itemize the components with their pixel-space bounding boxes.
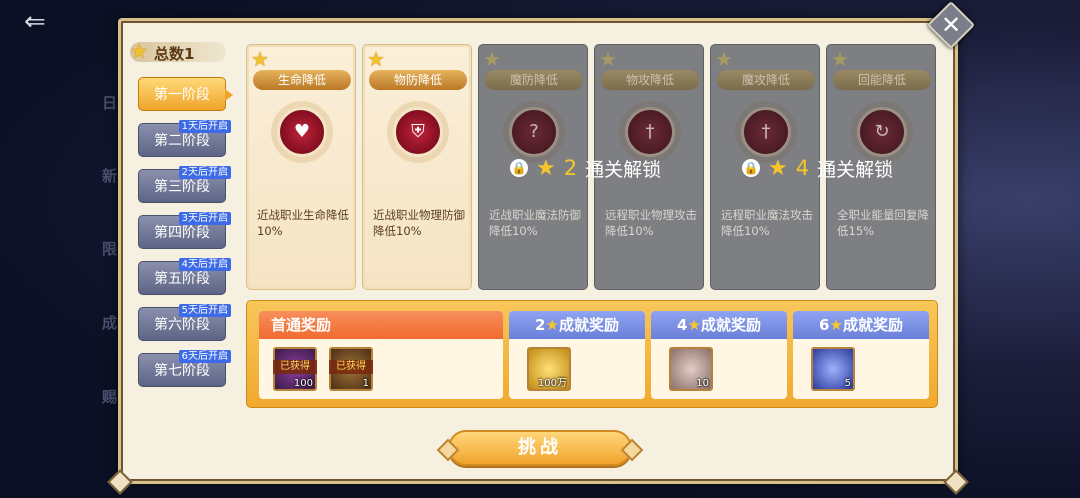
claimed-tag: 已获得: [273, 360, 317, 374]
card-title: 生命降低: [253, 70, 351, 90]
stage-tab-5[interactable]: 第五阶段 4天后开启: [138, 258, 231, 295]
unlock-timer-badge: 4天后开启: [178, 258, 231, 271]
bg-menu-text: 新: [102, 167, 118, 185]
unlock-requirement: 🔒 ★ 4 通关解锁: [742, 153, 893, 183]
card-desc: 远程职业魔法攻击降低10%: [721, 208, 813, 238]
achievement-reward-4: 4★成就奖励 10: [651, 311, 787, 399]
star-icon: ★: [251, 47, 269, 71]
card-desc: 近战职业魔法防御降低10%: [489, 208, 581, 238]
sword-icon: †: [625, 107, 675, 157]
crystal-item-icon[interactable]: 5: [811, 347, 855, 391]
gold-coin-icon[interactable]: 100万: [527, 347, 571, 391]
unlock-requirement: 🔒 ★ 2 通关解锁: [510, 153, 661, 183]
close-icon: ✕: [940, 11, 962, 39]
chest-item-icon[interactable]: 已获得 1: [329, 347, 373, 391]
star-icon: ★: [130, 39, 148, 63]
total-counter: ★ 总数1: [130, 39, 226, 63]
stage-tab-6[interactable]: 第六阶段 5天后开启: [138, 304, 231, 341]
buff-card[interactable]: ★ 生命降低 ♥ 近战职业生命降低10%: [246, 44, 356, 290]
achievement-reward-6: 6★成就奖励 5: [793, 311, 929, 399]
bg-menu-text: 赐: [102, 388, 118, 406]
item-qty: 10: [696, 378, 709, 389]
magic-sword-icon: †: [741, 107, 791, 157]
unlock-count: 4: [795, 156, 810, 180]
bg-menu-text: 成: [102, 314, 118, 332]
card-desc: 近战职业生命降低10%: [257, 208, 349, 238]
unlock-timer-badge: 5天后开启: [178, 304, 231, 317]
stage-label: 第六阶段: [154, 317, 210, 333]
stage-tab-1[interactable]: 第一阶段: [138, 77, 233, 111]
rewards-bar: 首通奖励 已获得 100 已获得 1 2★成就奖励 100万 4★成就奖励 10…: [246, 300, 938, 408]
unlock-text: 通关解锁: [585, 158, 662, 181]
unlock-text: 通关解锁: [817, 158, 894, 181]
star-icon: ★: [536, 155, 556, 181]
lock-icon: 🔒: [510, 159, 528, 177]
reward-title: 4★成就奖励: [651, 311, 787, 339]
star-icon: ★: [687, 316, 701, 334]
star-icon: ★: [831, 47, 849, 71]
stone-item-icon[interactable]: 10: [669, 347, 713, 391]
buff-cards: ★ 生命降低 ♥ 近战职业生命降低10% ★ 物防降低 ⛨ 近战职业物理防御降低…: [240, 40, 946, 294]
unlock-timer-badge: 1天后开启: [178, 120, 231, 133]
item-qty: 100万: [537, 378, 567, 389]
lock-icon: 🔒: [742, 159, 760, 177]
bg-menu-text: 限: [102, 240, 118, 258]
total-label: 总数1: [154, 45, 195, 63]
card-title: 物攻降低: [601, 70, 699, 90]
star-icon: ★: [715, 47, 733, 71]
reward-title: 首通奖励: [259, 311, 503, 339]
unlock-timer-badge: 6天后开启: [178, 350, 231, 363]
star-icon: ★: [829, 316, 843, 334]
star-icon: ★: [768, 155, 788, 181]
unlock-count: 2: [563, 156, 578, 180]
stage-tab-7[interactable]: 第七阶段 6天后开启: [138, 350, 231, 387]
star-icon: ★: [367, 47, 385, 71]
item-qty: 1: [362, 378, 369, 389]
card-title: 魔攻降低: [717, 70, 815, 90]
stage-label: 第四阶段: [154, 225, 210, 241]
challenge-button[interactable]: 挑战: [448, 430, 632, 466]
card-desc: 近战职业物理防御降低10%: [373, 208, 465, 238]
card-title: 物防降低: [369, 70, 467, 90]
star-icon: ★: [545, 316, 559, 334]
heart-shield-icon: ♥: [277, 107, 327, 157]
stage-label: 第二阶段: [154, 133, 210, 149]
card-title: 魔防降低: [485, 70, 583, 90]
back-arrow-icon[interactable]: ⇐: [24, 8, 72, 36]
achievement-reward-2: 2★成就奖励 100万: [509, 311, 645, 399]
card-desc: 全职业能量回复降低15%: [837, 208, 929, 238]
magic-shield-icon: ?: [509, 107, 559, 157]
item-qty: 5: [844, 378, 851, 389]
stage-tab-3[interactable]: 第三阶段 2天后开启: [138, 166, 231, 203]
bg-menu-text: 日: [102, 94, 118, 112]
reward-title: 6★成就奖励: [793, 311, 929, 339]
buff-card[interactable]: ★ 物防降低 ⛨ 近战职业物理防御降低10%: [362, 44, 472, 290]
stage-tab-4[interactable]: 第四阶段 3天后开启: [138, 212, 231, 249]
item-qty: 100: [293, 378, 313, 389]
card-title: 回能降低: [833, 70, 931, 90]
star-icon: ★: [599, 47, 617, 71]
fruit-item-icon[interactable]: 已获得 100: [273, 347, 317, 391]
star-icon: ★: [483, 47, 501, 71]
reward-title: 2★成就奖励: [509, 311, 645, 339]
stage-label: 第一阶段: [154, 87, 210, 103]
shield-icon: ⛨: [393, 107, 443, 157]
energy-icon: ↻: [857, 107, 907, 157]
stage-label: 第三阶段: [154, 179, 210, 195]
first-clear-rewards: 首通奖励 已获得 100 已获得 1: [259, 311, 503, 399]
stage-tab-2[interactable]: 第二阶段 1天后开启: [138, 120, 231, 157]
claimed-tag: 已获得: [329, 360, 373, 374]
stage-label: 第五阶段: [154, 271, 210, 287]
unlock-timer-badge: 2天后开启: [178, 166, 231, 179]
unlock-timer-badge: 3天后开启: [178, 212, 231, 225]
stage-label: 第七阶段: [154, 363, 210, 379]
card-desc: 远程职业物理攻击降低10%: [605, 208, 697, 238]
